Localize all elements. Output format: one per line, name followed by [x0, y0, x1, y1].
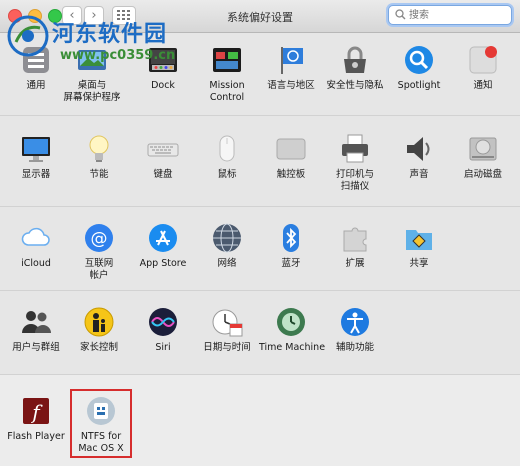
- pref-notifications[interactable]: 通知: [451, 44, 515, 92]
- pref-date-time[interactable]: 日期与时间: [195, 306, 259, 354]
- keyboard-icon: [147, 133, 179, 165]
- pref-label: 启动磁盘: [463, 169, 502, 180]
- pref-label: 节能: [89, 169, 109, 180]
- pref-flash-player[interactable]: f Flash Player: [4, 395, 68, 443]
- pref-users-groups[interactable]: 用户与群组: [4, 306, 68, 354]
- pref-label: 键盘: [153, 169, 173, 180]
- pref-label: 互联网: [84, 258, 114, 269]
- pref-sharing[interactable]: 共享: [387, 222, 451, 270]
- parental-controls-icon: [83, 306, 115, 338]
- network-icon: [211, 222, 243, 254]
- pref-parental-controls[interactable]: 家长控制: [67, 306, 131, 354]
- accessibility-icon: [339, 306, 371, 338]
- pref-label-line2: 屏幕保护程序: [63, 92, 121, 103]
- startup-disk-icon: [467, 133, 499, 165]
- pref-label: 触控板: [276, 169, 306, 180]
- pref-network[interactable]: 网络: [195, 222, 259, 270]
- energy-saver-icon: [83, 133, 115, 165]
- pref-label-line2: 扫描仪: [340, 181, 370, 192]
- search-field[interactable]: [388, 5, 512, 25]
- highlight-box: [70, 389, 132, 458]
- date-time-icon: [211, 306, 243, 338]
- watermark-url: www.pc0359.cn: [60, 48, 176, 63]
- pref-label: 打印机与: [335, 169, 374, 180]
- pref-label: Siri: [155, 342, 171, 353]
- pref-label: Flash Player: [7, 431, 65, 442]
- pref-siri[interactable]: Siri: [131, 306, 195, 354]
- pref-startup-disk[interactable]: 启动磁盘: [451, 133, 515, 181]
- pref-label: 通知: [473, 80, 493, 91]
- pref-app-store[interactable]: App Store: [131, 222, 195, 270]
- pref-label: Time Machine: [259, 342, 326, 353]
- users-groups-icon: [20, 306, 52, 338]
- window-title: 系统偏好设置: [227, 11, 293, 24]
- pref-bluetooth[interactable]: 蓝牙: [259, 222, 323, 270]
- printer-scanner-icon: [339, 133, 371, 165]
- watermark-brand: 河东软件园: [52, 22, 168, 47]
- security-privacy-icon: [339, 44, 371, 76]
- pref-label-line2: 帐户: [89, 270, 109, 281]
- pref-label: Spotlight: [397, 80, 441, 91]
- trackpad-icon: [275, 133, 307, 165]
- pref-label: 显示器: [21, 169, 51, 180]
- pref-label: Dock: [151, 80, 175, 91]
- pref-displays[interactable]: 显示器: [4, 133, 68, 181]
- mission-control-icon: [211, 44, 243, 76]
- flash-player-icon: f: [20, 395, 52, 427]
- app-store-icon: [147, 222, 179, 254]
- pref-label: 用户与群组: [12, 342, 60, 353]
- pref-label: 家长控制: [79, 342, 118, 353]
- pref-label: 扩展: [345, 258, 365, 269]
- spotlight-icon: [403, 44, 435, 76]
- pref-label: Mission: [209, 80, 245, 91]
- pref-keyboard[interactable]: 键盘: [131, 133, 195, 181]
- siri-icon: [147, 306, 179, 338]
- pref-icloud[interactable]: iCloud: [4, 222, 68, 270]
- search-icon: [395, 9, 406, 20]
- pref-label: 桌面与: [77, 80, 107, 91]
- pref-label: 日期与时间: [203, 342, 251, 353]
- pref-language-region[interactable]: 语言与地区: [259, 44, 323, 92]
- pref-label: 声音: [409, 169, 429, 180]
- pref-time-machine[interactable]: Time Machine: [259, 306, 326, 354]
- pref-label: App Store: [139, 258, 187, 269]
- displays-icon: [20, 133, 52, 165]
- pref-label: 鼠标: [217, 169, 237, 180]
- pref-label: 蓝牙: [281, 258, 301, 269]
- pref-accessibility[interactable]: 辅助功能: [323, 306, 387, 354]
- pref-energy-saver[interactable]: 节能: [67, 133, 131, 181]
- pref-label: iCloud: [21, 258, 51, 269]
- bluetooth-icon: [275, 222, 307, 254]
- svg-text:@: @: [91, 229, 108, 249]
- time-machine-icon: [275, 306, 307, 338]
- pref-label: 网络: [217, 258, 237, 269]
- watermark: 河东软件园 www.pc0359.cn: [0, 8, 210, 66]
- pref-label: 辅助功能: [335, 342, 374, 353]
- pref-internet-accounts[interactable]: @ 互联网 帐户: [67, 222, 131, 282]
- pref-trackpad[interactable]: 触控板: [259, 133, 323, 181]
- pref-security-privacy[interactable]: 安全性与隐私: [323, 44, 387, 92]
- pref-extensions[interactable]: 扩展: [323, 222, 387, 270]
- search-input[interactable]: [409, 7, 505, 23]
- pref-label: 共享: [409, 258, 429, 269]
- pref-mouse[interactable]: 鼠标: [195, 133, 259, 181]
- mouse-icon: [211, 133, 243, 165]
- pref-label-line2: Control: [209, 92, 245, 103]
- pref-printer-scanner[interactable]: 打印机与 扫描仪: [323, 133, 387, 193]
- pref-sound[interactable]: 声音: [387, 133, 451, 181]
- extensions-icon: [339, 222, 371, 254]
- language-region-icon: [275, 44, 307, 76]
- pref-label: 语言与地区: [267, 80, 315, 91]
- pref-spotlight[interactable]: Spotlight: [387, 44, 451, 92]
- sound-icon: [403, 133, 435, 165]
- internet-accounts-icon: @: [83, 222, 115, 254]
- watermark-logo-icon: [7, 15, 49, 57]
- notifications-icon: [467, 44, 499, 76]
- pref-label: 安全性与隐私: [326, 80, 384, 91]
- icloud-icon: [20, 222, 52, 254]
- sharing-icon: [403, 222, 435, 254]
- pref-label: 通用: [26, 80, 46, 91]
